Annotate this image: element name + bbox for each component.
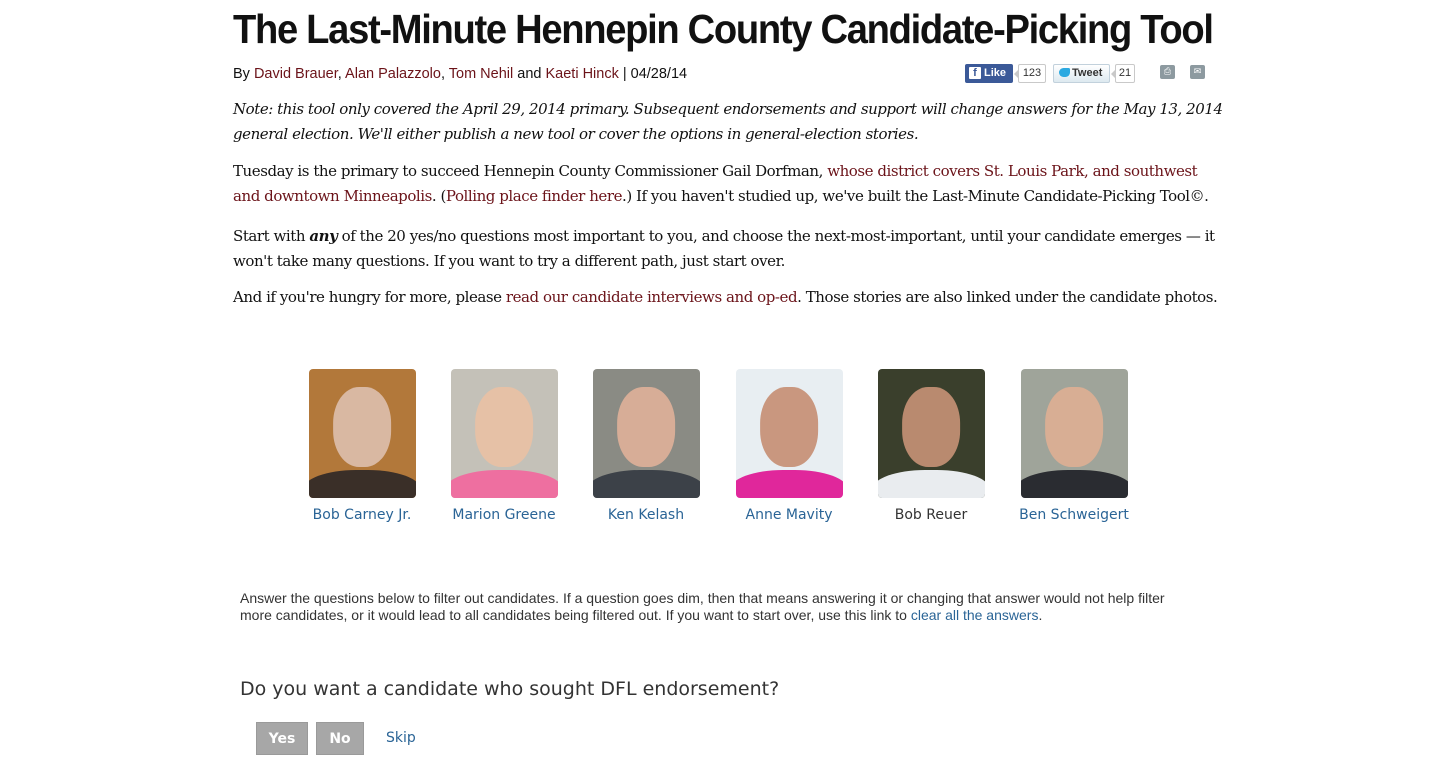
candidate-photo <box>450 369 558 498</box>
author-link-david-brauer[interactable]: David Brauer <box>254 66 338 82</box>
filter-instructions: Answer the questions below to filter out… <box>240 590 1165 623</box>
candidate-name-link[interactable]: Ken Kelash <box>581 507 711 523</box>
more-paragraph: And if you're hungry for more, please re… <box>233 288 1218 306</box>
candidate-card: Bob Reuer <box>866 369 996 523</box>
instructions-paragraph: Start with any of the 20 yes/no question… <box>233 227 1215 270</box>
candidate-photo <box>592 369 700 498</box>
candidate-photo <box>1020 369 1128 498</box>
like-label: Like <box>984 67 1007 79</box>
byline-separator: , <box>440 66 449 82</box>
clear-answers-link[interactable]: clear all the answers <box>911 607 1039 623</box>
candidate-card[interactable]: Ben Schweigert <box>1009 369 1139 523</box>
email-icon[interactable]: ✉ <box>1190 65 1205 79</box>
yes-button[interactable]: Yes <box>256 722 308 755</box>
candidate-name-link[interactable]: Anne Mavity <box>724 507 854 523</box>
article-title: The Last-Minute Hennepin County Candidat… <box>233 6 1214 52</box>
emphasis-any: any <box>309 227 338 245</box>
author-link-alan-palazzolo[interactable]: Alan Palazzolo <box>345 66 441 82</box>
candidate-name-link[interactable]: Bob Carney Jr. <box>297 507 427 523</box>
candidate-name-link[interactable]: Ben Schweigert <box>1009 507 1139 523</box>
print-icon[interactable]: ⎙ <box>1160 65 1175 79</box>
candidate-gallery: Bob Carney Jr. Marion Greene Ken Kelash … <box>0 369 1440 539</box>
author-link-tom-nehil[interactable]: Tom Nehil <box>449 66 513 82</box>
facebook-like-button[interactable]: f Like <box>965 64 1013 83</box>
intro-paragraph: Tuesday is the primary to succeed Hennep… <box>233 162 1209 205</box>
candidate-card[interactable]: Bob Carney Jr. <box>297 369 427 523</box>
byline-separator: , <box>337 66 346 82</box>
byline-prefix: By <box>233 66 254 82</box>
candidate-card[interactable]: Anne Mavity <box>724 369 854 523</box>
skip-link[interactable]: Skip <box>386 730 416 746</box>
polling-place-link[interactable]: Polling place finder here <box>446 187 623 205</box>
candidate-photo <box>735 369 843 498</box>
tweet-count: 21 <box>1111 64 1135 83</box>
tweet-label: Tweet <box>1072 67 1103 79</box>
candidate-card[interactable]: Marion Greene <box>439 369 569 523</box>
candidate-name: Bob Reuer <box>894 507 968 523</box>
candidate-photo <box>308 369 416 498</box>
byline-date: | 04/28/14 <box>618 66 688 82</box>
question-text: Do you want a candidate who sought DFL e… <box>240 678 780 700</box>
byline-and: and <box>513 66 546 82</box>
author-link-kaeti-hinck[interactable]: Kaeti Hinck <box>545 66 618 82</box>
candidate-card[interactable]: Ken Kelash <box>581 369 711 523</box>
byline: By David Brauer, Alan Palazzolo, Tom Neh… <box>233 66 687 82</box>
interviews-link[interactable]: read our candidate interviews and op-ed <box>506 288 798 306</box>
facebook-icon: f <box>969 67 981 79</box>
tweet-button[interactable]: Tweet <box>1053 64 1110 83</box>
editor-note: Note: this tool only covered the April 2… <box>233 100 1223 143</box>
no-button[interactable]: No <box>316 722 364 755</box>
twitter-bird-icon <box>1059 68 1070 77</box>
candidate-name-link[interactable]: Marion Greene <box>439 507 569 523</box>
candidate-photo <box>877 369 985 498</box>
like-count: 123 <box>1014 64 1046 83</box>
